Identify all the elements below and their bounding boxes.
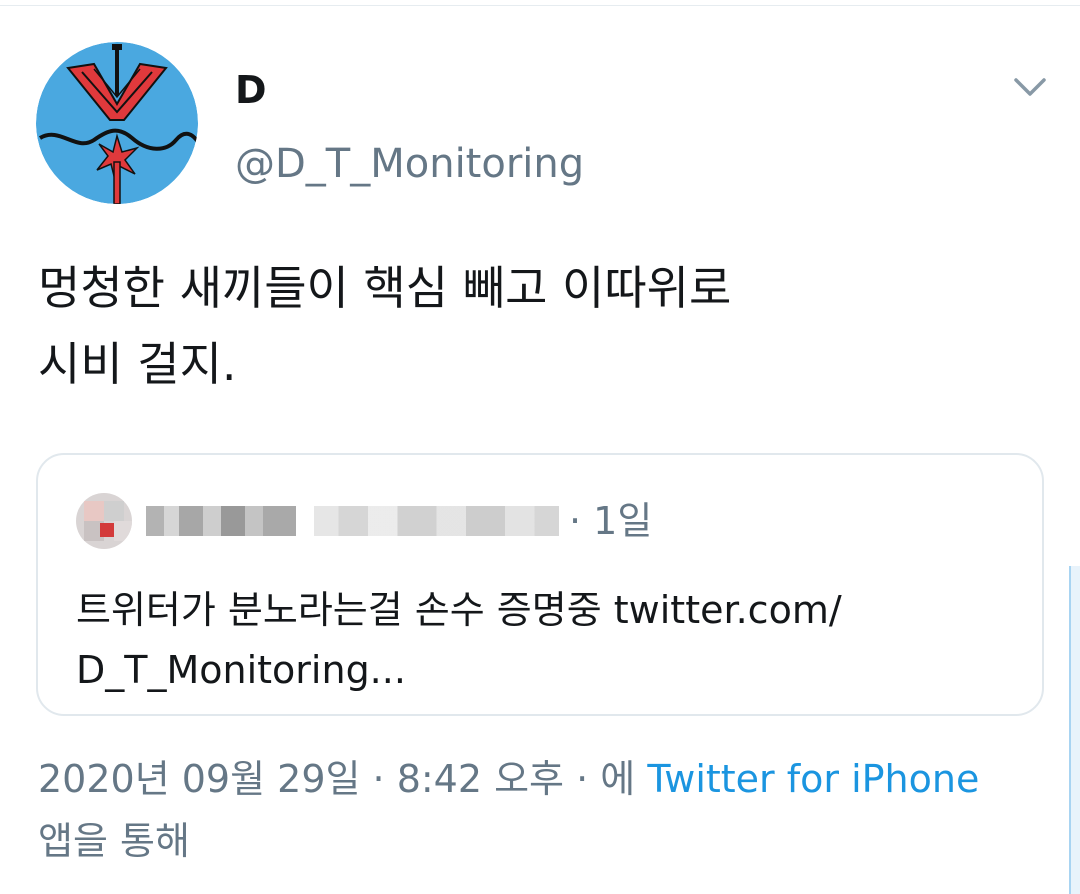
quoted-author-avatar bbox=[76, 493, 132, 549]
chevron-down-icon[interactable] bbox=[1008, 68, 1052, 104]
tweet-text: 멍청한 새끼들이 핵심 빼고 이따위로 시비 걸지. bbox=[38, 250, 1038, 402]
author-avatar[interactable] bbox=[36, 42, 198, 204]
hexagram-candle-avatar-icon bbox=[36, 42, 198, 204]
tweet-detail-view: D @D_T_Monitoring 멍청한 새끼들이 핵심 빼고 이따위로 시비… bbox=[0, 0, 1080, 894]
quoted-tweet-header: · 1일 bbox=[76, 493, 652, 549]
author-name[interactable]: D bbox=[235, 68, 267, 112]
tweet-text-line: 멍청한 새끼들이 핵심 빼고 이따위로 bbox=[38, 261, 732, 315]
quoted-tweet-text: 트위터가 분노라는걸 손수 증명중 twitter.com/ D_T_Monit… bbox=[76, 580, 1006, 700]
quoted-author-name-redacted bbox=[146, 506, 296, 536]
quoted-author-handle-redacted bbox=[314, 506, 559, 536]
top-divider bbox=[0, 0, 1080, 6]
tweet-text-line: 시비 걸지. bbox=[38, 337, 237, 391]
quoted-text-line: 트위터가 분노라는걸 손수 증명중 twitter.com/ bbox=[76, 588, 842, 632]
author-handle[interactable]: @D_T_Monitoring bbox=[235, 140, 584, 188]
tweet-timestamp: 2020년 09월 29일 · 8:42 오후 · 에 bbox=[38, 757, 648, 801]
quoted-tweet-time: · 1일 bbox=[569, 499, 653, 543]
scrollbar[interactable] bbox=[1069, 566, 1080, 894]
source-app-link[interactable]: Twitter for iPhone bbox=[647, 757, 979, 801]
quoted-tweet-card[interactable]: · 1일 트위터가 분노라는걸 손수 증명중 twitter.com/ D_T_… bbox=[36, 453, 1044, 716]
source-suffix: 앱을 통해 bbox=[38, 819, 190, 863]
quoted-text-line: D_T_Monitoring... bbox=[76, 648, 406, 692]
tweet-meta: 2020년 09월 29일 · 8:42 오후 · 에 Twitter for … bbox=[38, 748, 1058, 872]
